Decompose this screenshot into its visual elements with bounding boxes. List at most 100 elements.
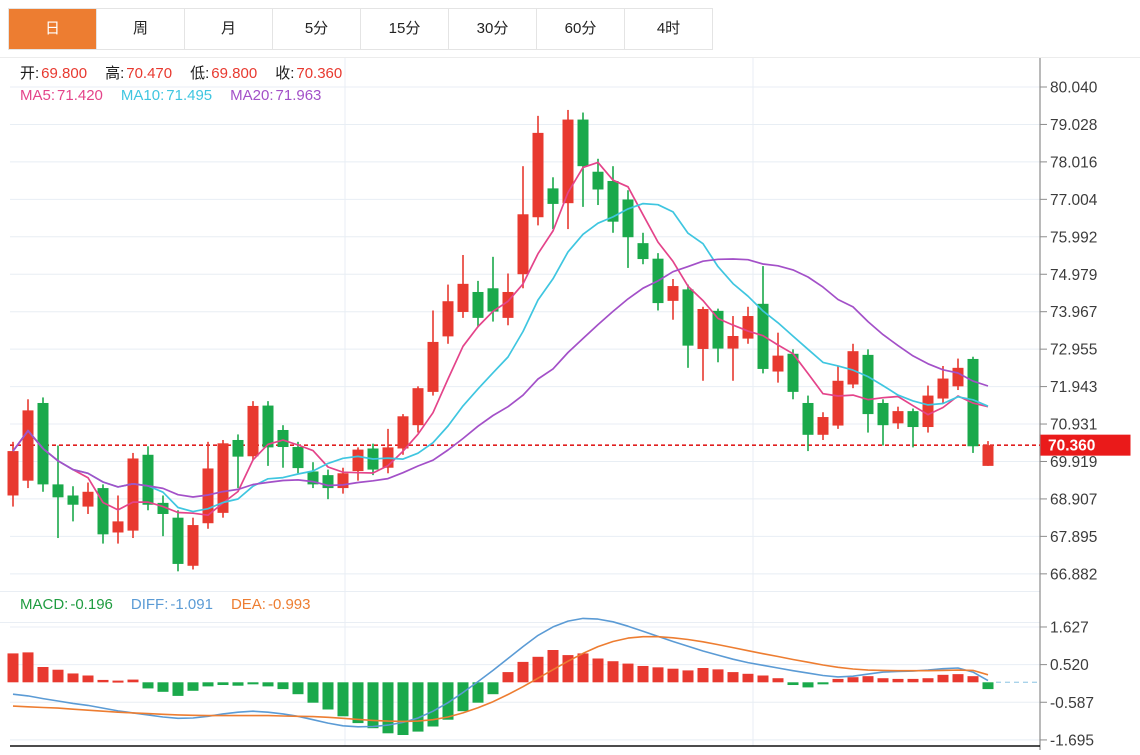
macd-bar [667,668,679,683]
macd-bar [757,675,769,683]
macd-bar [592,658,604,683]
main-axis-label: 80.040 [1050,80,1098,97]
timeframe-tab-4hour[interactable]: 4时 [625,9,712,49]
timeframe-tab-5min[interactable]: 5分 [273,9,361,49]
macd-bar [97,679,109,683]
ohlc-value: 69.800 [211,65,258,82]
candle-body [112,521,124,533]
candle-body [127,458,139,531]
macd-bar [247,682,259,685]
timeframe-tab-day[interactable]: 日 [9,9,97,49]
timeframe-tab-60min[interactable]: 60分 [537,9,625,49]
macd-bar [397,682,409,735]
main-axis-label: 79.028 [1050,117,1097,134]
main-axis-label: 70.931 [1050,417,1097,434]
macd-bar [487,682,499,695]
macd-bar [142,682,154,689]
macd-item: DIFF: -1.091 [131,596,213,613]
macd-bar [82,675,94,683]
ohlc-item: 开: 69.800 [20,65,87,82]
macd-axis-label: -0.587 [1050,695,1094,712]
timeframe-tab-week[interactable]: 周 [97,9,185,49]
main-axis-label: 72.955 [1050,342,1097,359]
macd-bar [802,682,814,688]
main-axis-label: 68.907 [1050,491,1097,508]
timeframe-tab-30min[interactable]: 30分 [449,9,537,49]
candle-body [262,405,274,448]
macd-bar [577,653,589,683]
candle-body [172,517,184,564]
main-axis-label: 69.919 [1050,454,1097,471]
main-axis-label: 78.016 [1050,154,1097,171]
macd-bar [172,682,184,696]
macd-bar [907,678,919,683]
macd-bar [67,673,79,683]
candle-body [52,484,64,498]
kline-macd-chart[interactable]: 80.040 79.028 78.016 77.004 75.992 74.979 73.9… [0,0,1140,755]
ohlc-label: 开: [20,65,40,82]
ohlc-item: 低: 69.800 [190,65,257,82]
candle-body [727,336,739,349]
ma10-line [12,202,989,513]
candle-body [682,289,694,346]
timeframe-tabbar: 日周月 5分 15分 30分 60分 4时 [8,8,713,50]
macd-bar [202,682,214,687]
candle-body [637,243,649,260]
macd-bar [832,678,844,683]
macd-value: -0.196 [70,596,113,613]
main-axis-label: 66.882 [1050,566,1097,583]
macd-bar [697,668,709,683]
macd-value: -1.091 [170,596,213,613]
macd-bar [847,677,859,683]
macd-bar [817,682,829,685]
macd-bar [712,669,724,683]
candle-body [517,214,529,275]
candle-body [457,283,469,312]
candle-body [892,411,904,424]
candle-body [907,411,919,428]
macd-bar [937,674,949,683]
macd-bar [337,682,349,717]
ma5-line [12,161,989,517]
candle-body [187,525,199,566]
candle-body [937,378,949,399]
macd-item: MACD: -0.196 [20,596,113,613]
main-axis-label: 71.943 [1050,379,1097,396]
macd-bar [457,682,469,712]
ohlc-label: 低: [190,65,210,82]
macd-bar [727,672,739,683]
macd-legend: MACD: -0.196 DIFF: -1.091 DEA: -0.993 [20,596,329,613]
macd-bar [277,682,289,690]
candle-body [232,439,244,457]
macd-bar [322,682,334,710]
timeframe-tab-15min[interactable]: 15分 [361,9,449,49]
ma-label: MA20: [230,87,274,104]
macd-bar [922,678,934,683]
ma-value: 71.963 [275,87,322,104]
macd-bar [292,682,304,695]
macd-axis-label: 1.627 [1050,619,1089,636]
candle-body [247,405,259,457]
candle-body [397,416,409,449]
macd-bar [217,682,229,686]
macd-label: DEA: [230,596,266,613]
main-axis-label: 77.004 [1050,192,1098,209]
ohlc-value: 70.470 [126,65,173,82]
candle-body [142,454,154,505]
macd-bar [352,682,364,724]
ma-label: MA5: [20,87,56,104]
macd-bar [262,682,274,687]
candle-body [772,355,784,372]
macd-bar [502,672,514,683]
macd-bar [127,679,139,683]
macd-bar [547,650,559,683]
ohlc-label: 高: [105,65,125,82]
macd-bar [652,667,664,683]
candle-body [697,309,709,349]
macd-bar [877,678,889,683]
timeframe-tab-month[interactable]: 月 [185,9,273,49]
ma-item: MA5: 71.420 [20,87,103,104]
candle-body [922,395,934,428]
candle-body [832,380,844,426]
diff-line [12,617,989,728]
